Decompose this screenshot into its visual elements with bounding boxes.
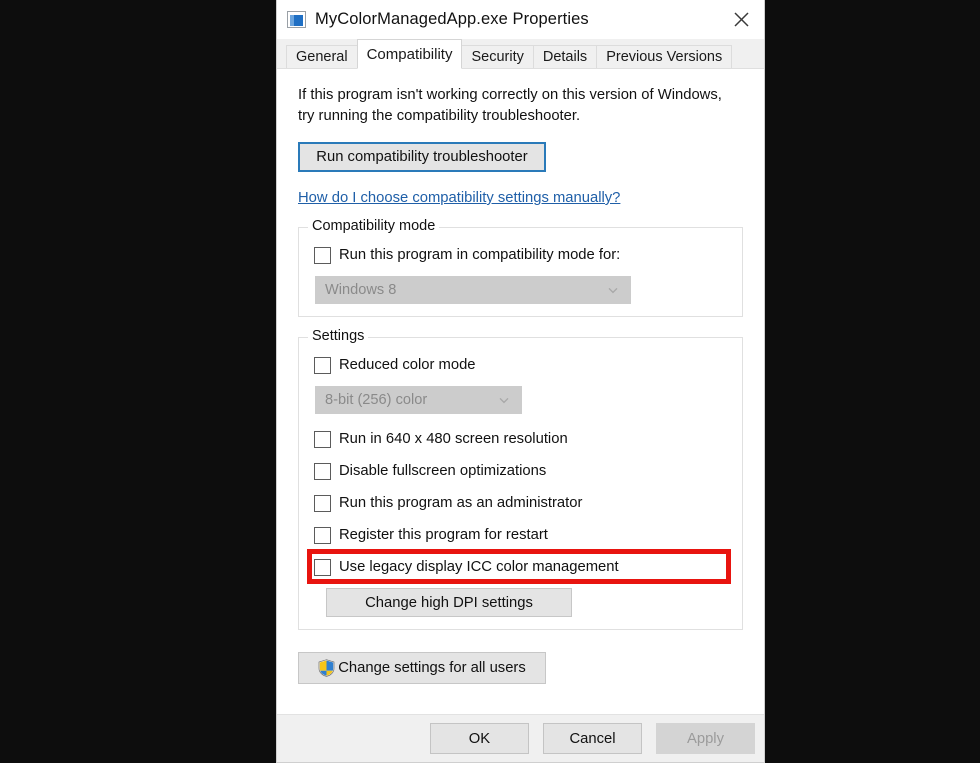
compatibility-help-link[interactable]: How do I choose compatibility settings m… (298, 190, 620, 206)
change-settings-for-all-users-label: Change settings for all users (338, 660, 526, 676)
settings-group: Settings Reduced color mode 8-bit (256) … (298, 328, 743, 630)
checkbox-label: Reduced color mode (339, 357, 476, 373)
checkbox-label: Run in 640 x 480 screen resolution (339, 431, 568, 447)
checkbox-use-legacy-display-icc-color-management[interactable]: Use legacy display ICC color management (314, 554, 728, 580)
checkbox-box[interactable] (314, 246, 331, 264)
checkbox-run-as-administrator[interactable]: Run this program as an administrator (314, 490, 728, 516)
tab-general[interactable]: General (286, 45, 358, 68)
checkbox-register-for-restart[interactable]: Register this program for restart (314, 522, 728, 548)
cancel-button[interactable]: Cancel (543, 723, 642, 754)
change-high-dpi-settings-button[interactable]: Change high DPI settings (326, 588, 572, 617)
checkbox-label: Use legacy display ICC color management (339, 559, 619, 575)
settings-group-title: Settings (308, 328, 369, 344)
tab-compatibility[interactable]: Compatibility (356, 39, 463, 69)
checkbox-box[interactable] (314, 430, 331, 448)
color-depth-select-value: 8-bit (256) color (325, 392, 428, 408)
checkbox-run-640x480[interactable]: Run in 640 x 480 screen resolution (314, 426, 728, 452)
change-settings-for-all-users-button[interactable]: Change settings for all users (298, 652, 546, 684)
checkbox-label: Run this program in compatibility mode f… (339, 247, 621, 263)
compatibility-mode-select[interactable]: Windows 8 (315, 276, 631, 304)
checkbox-reduced-color-mode[interactable]: Reduced color mode (314, 352, 728, 378)
checkbox-run-in-compatibility-mode[interactable]: Run this program in compatibility mode f… (314, 242, 728, 268)
checkbox-box[interactable] (314, 526, 331, 544)
title-bar: MyColorManagedApp.exe Properties (277, 0, 764, 39)
close-icon[interactable] (718, 0, 764, 39)
chevron-down-icon (607, 283, 619, 295)
ok-button[interactable]: OK (430, 723, 529, 754)
checkbox-box[interactable] (314, 356, 331, 374)
tab-security[interactable]: Security (461, 45, 534, 68)
checkbox-disable-fullscreen-optimizations[interactable]: Disable fullscreen optimizations (314, 458, 728, 484)
uac-shield-icon (318, 659, 335, 677)
screen-background: MyColorManagedApp.exe Properties General… (0, 0, 980, 763)
color-depth-select[interactable]: 8-bit (256) color (315, 386, 522, 414)
checkbox-label: Register this program for restart (339, 527, 548, 543)
compatibility-mode-select-value: Windows 8 (325, 282, 397, 298)
compatibility-mode-group-title: Compatibility mode (308, 218, 440, 234)
run-compatibility-troubleshooter-button[interactable]: Run compatibility troubleshooter (298, 142, 546, 172)
tab-previous-versions[interactable]: Previous Versions (596, 45, 733, 68)
window-title: MyColorManagedApp.exe Properties (315, 10, 589, 28)
checkbox-box[interactable] (314, 558, 331, 576)
tab-content-panel: If this program isn't working correctly … (277, 69, 764, 715)
application-window-icon (287, 11, 306, 28)
dialog-footer: OK Cancel Apply (277, 715, 764, 762)
checkbox-label: Run this program as an administrator (339, 495, 583, 511)
tab-details[interactable]: Details (532, 45, 598, 68)
apply-button: Apply (656, 723, 755, 754)
chevron-down-icon (498, 393, 510, 405)
compatibility-mode-group: Compatibility mode Run this program in c… (298, 218, 743, 317)
tab-strip: General Compatibility Security Details P… (277, 39, 764, 69)
checkbox-box[interactable] (314, 462, 331, 480)
properties-dialog: MyColorManagedApp.exe Properties General… (276, 0, 765, 763)
checkbox-box[interactable] (314, 494, 331, 512)
checkbox-label: Disable fullscreen optimizations (339, 463, 547, 479)
intro-text: If this program isn't working correctly … (298, 87, 722, 124)
